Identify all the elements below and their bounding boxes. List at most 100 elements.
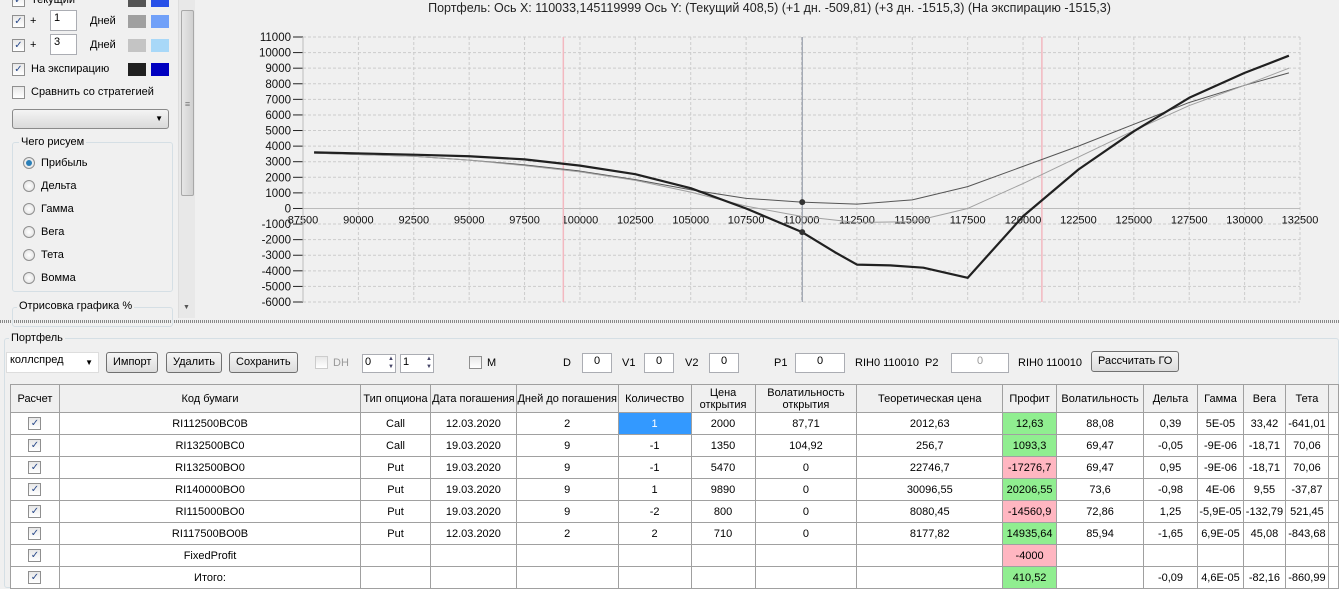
radio-5[interactable]	[23, 272, 35, 284]
qty-cell[interactable]	[617, 566, 692, 589]
calc-checkbox[interactable]: ✓	[28, 505, 42, 518]
column-header[interactable]: Гамма	[1196, 384, 1244, 413]
qty-cell[interactable]: -2	[617, 500, 692, 523]
import-button[interactable]: Импорт	[106, 352, 159, 373]
table-row[interactable]: ✓ RI140000BO0 Put 19.03.2020 9 1 9890 0 30096,55…	[10, 478, 1339, 501]
column-header[interactable]: Дата погашения	[429, 384, 517, 413]
row-button-cell[interactable]	[1327, 412, 1339, 435]
save-button[interactable]: Сохранить	[229, 352, 298, 373]
column-header[interactable]: Волатильность открытия	[754, 384, 858, 413]
series-checkbox[interactable]: ✓	[12, 0, 25, 7]
m-checkbox[interactable]	[469, 356, 482, 369]
row-button-cell[interactable]	[1327, 456, 1339, 479]
calc-cell[interactable]: ✓	[10, 412, 60, 435]
p2-input[interactable]: 0	[951, 353, 1009, 373]
table-row[interactable]: ✓ RI132500BO0 Put 19.03.2020 9 -1 5470 0 22746,7…	[10, 456, 1339, 479]
radio-3[interactable]	[23, 226, 35, 238]
table-row[interactable]: ✓ RI117500BO0B Put 12.03.2020 2 2 710 0 8177,82 1…	[10, 522, 1339, 545]
column-header[interactable]: Профит	[1002, 384, 1058, 413]
calc-checkbox[interactable]: ✓	[28, 483, 42, 496]
column-header[interactable]: Код бумаги	[58, 384, 362, 413]
compare-checkbox[interactable]	[12, 86, 25, 99]
series-checkbox[interactable]: ✓	[12, 39, 25, 52]
row-button-cell[interactable]	[1327, 434, 1339, 457]
gray-color-swatch[interactable]	[128, 15, 146, 28]
dh-checkbox[interactable]	[315, 356, 328, 369]
calc-checkbox[interactable]: ✓	[28, 461, 42, 474]
calc-cell[interactable]: ✓	[10, 500, 60, 523]
d-input[interactable]: 0	[582, 353, 612, 373]
calc-cell[interactable]: ✓	[10, 566, 60, 589]
calc-cell[interactable]: ✓	[10, 456, 60, 479]
gray-color-swatch[interactable]	[128, 39, 146, 52]
calc-checkbox[interactable]: ✓	[28, 549, 42, 562]
radio-1[interactable]	[23, 180, 35, 192]
spin-arrows-icon[interactable]: ▲ ▼	[426, 355, 432, 371]
splitter[interactable]	[0, 320, 1339, 323]
table-row[interactable]: ✓ RI132500BC0 Call 19.03.2020 9 -1 1350 104,92 2…	[10, 434, 1339, 457]
spin-input[interactable]: 1 ▲ ▼	[400, 354, 434, 373]
qty-cell[interactable]: 1	[617, 412, 692, 435]
spin-input[interactable]: 0 ▲ ▼	[362, 354, 396, 373]
column-header[interactable]: Дней до погашения	[515, 384, 619, 413]
qty-cell[interactable]	[617, 544, 692, 567]
series-checkbox[interactable]: ✓	[12, 15, 25, 28]
calc-checkbox[interactable]: ✓	[28, 571, 42, 584]
strategy-select[interactable]: ▼	[12, 109, 169, 129]
column-header[interactable]: Расчет	[10, 384, 60, 413]
left-scrollbar[interactable]: ≡ ▼	[178, 0, 195, 318]
column-header[interactable]: Волатильность	[1056, 384, 1145, 413]
table-row[interactable]: ✓ Итого: 410,52 -0,09 4,6E-05 -82,16 -860,99	[10, 566, 1339, 589]
column-header[interactable]: Тета	[1284, 384, 1329, 413]
days-input[interactable]: 3	[50, 34, 77, 55]
row-button-cell[interactable]	[1327, 478, 1339, 501]
row-button-cell[interactable]	[1327, 500, 1339, 523]
calc-cell[interactable]: ✓	[10, 544, 60, 567]
column-header[interactable]: Тип опциона	[360, 384, 431, 413]
gray-color-swatch[interactable]	[128, 0, 146, 7]
calc-checkbox[interactable]: ✓	[28, 417, 42, 430]
qty-cell[interactable]: 2	[617, 522, 692, 545]
portfolio-select[interactable]: коллспред ▼	[6, 352, 99, 373]
v2-input[interactable]: 0	[709, 353, 739, 373]
radio-4[interactable]	[23, 249, 35, 261]
x-tick-label: 115000	[894, 214, 930, 226]
column-header[interactable]: Количество	[617, 384, 692, 413]
column-header[interactable]: Дельта	[1143, 384, 1198, 413]
gray-color-swatch[interactable]	[128, 63, 146, 76]
scrollbar-thumb[interactable]: ≡	[181, 10, 194, 196]
scroll-down-icon[interactable]: ▼	[183, 304, 190, 311]
date-cell	[429, 566, 517, 589]
column-header[interactable]: Цена открытия	[690, 384, 756, 413]
days-input[interactable]: 1	[50, 10, 77, 31]
calc-checkbox[interactable]: ✓	[28, 527, 42, 540]
color-swatch[interactable]	[151, 0, 169, 7]
calc-margin-button[interactable]: Рассчитать ГО	[1091, 351, 1180, 372]
p1-input[interactable]: 0	[795, 353, 845, 373]
table-row[interactable]: ✓ RI115000BO0 Put 19.03.2020 9 -2 800 0 8080,45-…	[10, 500, 1339, 523]
qty-cell[interactable]: 1	[617, 478, 692, 501]
calc-checkbox[interactable]: ✓	[28, 439, 42, 452]
spin-arrows-icon[interactable]: ▲ ▼	[388, 355, 394, 371]
pnl-chart[interactable]: 11000 10000 9000 8000 7000 6000 5000 4000 3000 20…	[200, 20, 1339, 320]
row-button-cell[interactable]	[1327, 566, 1339, 589]
color-swatch[interactable]	[151, 15, 169, 28]
color-swatch[interactable]	[151, 39, 169, 52]
calc-cell[interactable]: ✓	[10, 522, 60, 545]
table-row[interactable]: ✓ FixedProfit -4000	[10, 544, 1339, 567]
calc-cell[interactable]: ✓	[10, 478, 60, 501]
calc-cell[interactable]: ✓	[10, 434, 60, 457]
v1-input[interactable]: 0	[644, 353, 674, 373]
qty-cell[interactable]: -1	[617, 456, 692, 479]
column-header[interactable]: Теоретическая цена	[856, 384, 1004, 413]
qty-cell[interactable]: -1	[617, 434, 692, 457]
radio-2[interactable]	[23, 203, 35, 215]
color-swatch[interactable]	[151, 63, 169, 76]
row-button-cell[interactable]	[1327, 522, 1339, 545]
series-checkbox[interactable]: ✓	[12, 63, 25, 76]
column-header[interactable]: Вега	[1242, 384, 1286, 413]
row-button-cell[interactable]	[1327, 544, 1339, 567]
table-row[interactable]: ✓ RI112500BC0B Call 12.03.2020 2 1 2000 87,71 20…	[10, 412, 1339, 435]
delete-button[interactable]: Удалить	[166, 352, 222, 373]
radio-0[interactable]	[23, 157, 35, 169]
